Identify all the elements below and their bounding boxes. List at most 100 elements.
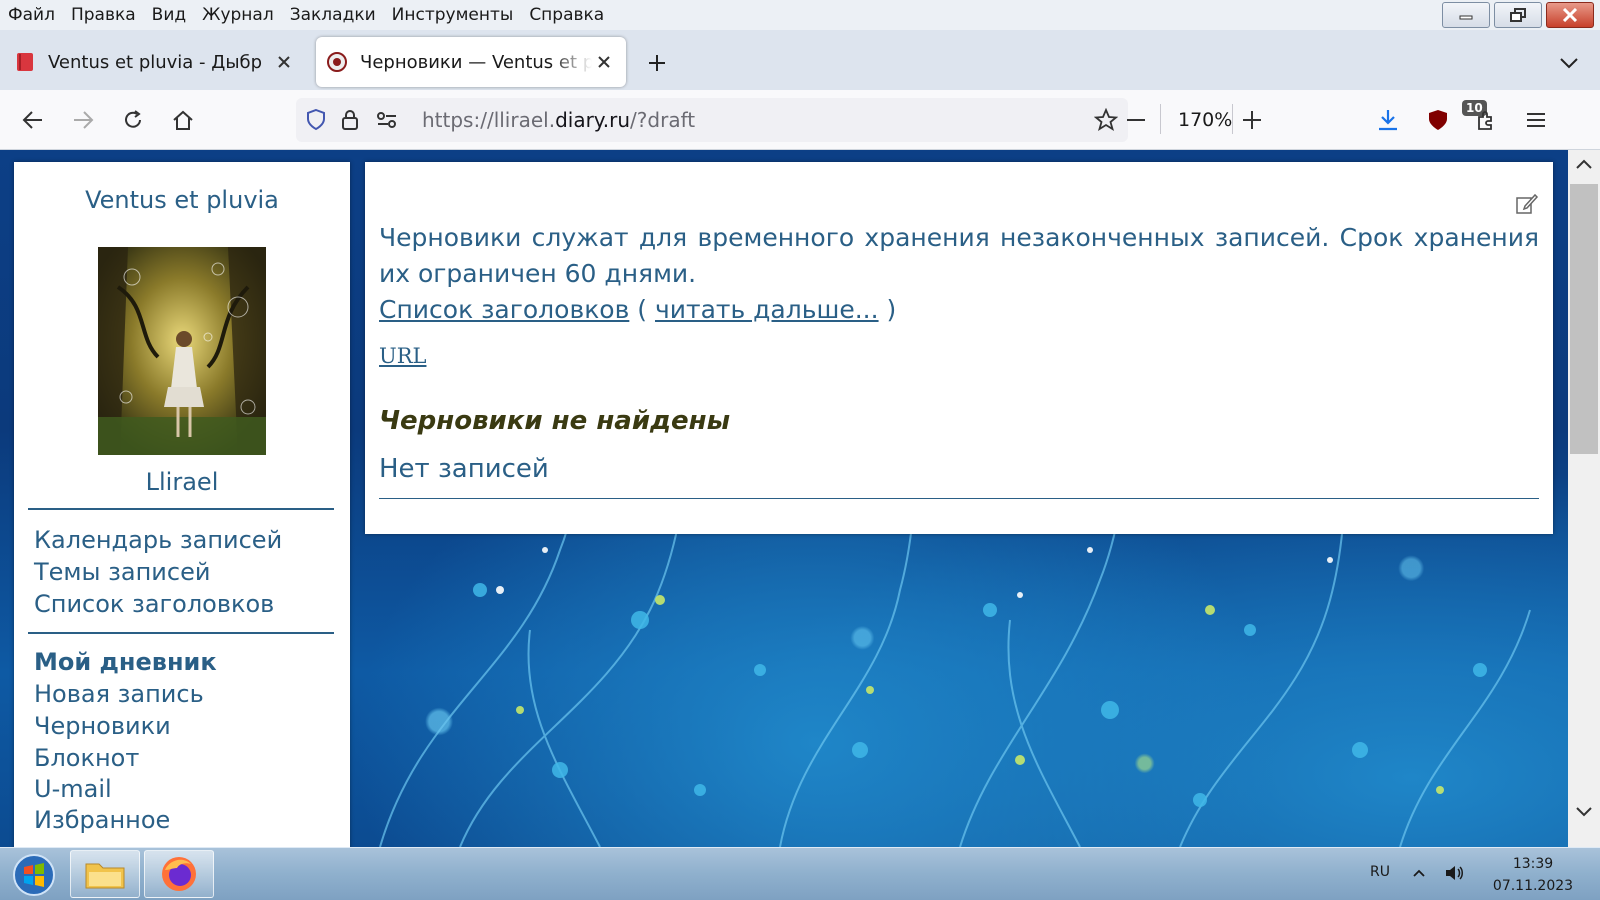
tab-close-button[interactable]	[272, 50, 296, 74]
edit-icon[interactable]	[1515, 192, 1539, 216]
app-menu-button[interactable]	[1518, 102, 1554, 138]
url-suffix: /?draft	[630, 108, 696, 132]
url-link[interactable]: URL	[379, 344, 426, 368]
menu-file[interactable]: Файл	[0, 0, 63, 30]
clock-date: 07.11.2023	[1492, 878, 1574, 894]
home-button[interactable]	[165, 102, 201, 138]
drafts-links-line: Список заголовков ( читать дальше... )	[379, 292, 896, 328]
download-icon	[1379, 110, 1397, 131]
close-icon	[1562, 8, 1578, 22]
system-clock[interactable]: 13:39 07.11.2023	[1478, 853, 1588, 897]
sidebar-item-topics[interactable]: Темы записей	[34, 556, 210, 588]
bookmark-star-icon[interactable]	[1094, 108, 1118, 132]
sidebar-item-umail[interactable]: U-mail	[34, 773, 112, 805]
ublock-extension-button[interactable]	[1420, 102, 1456, 138]
sidebar-item-calendar[interactable]: Календарь записей	[34, 524, 282, 556]
user-avatar[interactable]	[98, 247, 266, 455]
url-domain: diary.ru	[555, 108, 631, 132]
zoom-out-button[interactable]	[1118, 102, 1154, 138]
chevron-down-icon	[1576, 807, 1592, 817]
sidebar-item-new-entry[interactable]: Новая запись	[34, 678, 204, 710]
back-button[interactable]	[15, 102, 51, 138]
tab-strip: Ventus et pluvia - Дыбр Черновики — Vent…	[0, 30, 1600, 90]
scroll-thumb[interactable]	[1570, 184, 1598, 454]
tab-diary-main[interactable]: Ventus et pluvia - Дыбр	[4, 37, 306, 87]
close-icon	[278, 56, 290, 68]
headlines-list-link[interactable]: Список заголовков	[379, 295, 629, 324]
avatar-image	[98, 247, 266, 455]
list-all-tabs-button[interactable]	[1554, 48, 1584, 78]
speaker-icon	[1446, 866, 1463, 880]
extensions-button[interactable]	[1468, 102, 1504, 138]
menu-tools[interactable]: Инструменты	[384, 0, 522, 30]
reload-icon	[125, 110, 141, 128]
blog-title-link[interactable]: Ventus et pluvia	[14, 186, 350, 214]
page-scrollbar[interactable]	[1568, 150, 1600, 847]
navigation-bar: https://llirael.diary.ru/?draft 170% 10	[0, 90, 1600, 150]
sidebar-item-notepad[interactable]: Блокнот	[34, 742, 139, 774]
address-bar[interactable]: https://llirael.diary.ru/?draft	[296, 98, 1128, 142]
puzzle-icon	[1478, 111, 1492, 130]
page-viewport: Ventus et pluvia Llirael Календарь запис…	[0, 150, 1568, 847]
chevron-up-icon	[1576, 159, 1592, 169]
drafts-panel: Черновики служат для временного хранения…	[365, 162, 1553, 534]
site-favicon-icon	[327, 52, 347, 72]
volume-button[interactable]	[1444, 862, 1466, 884]
content-divider	[379, 498, 1539, 499]
url-text: https://llirael.diary.ru/?draft	[422, 98, 695, 142]
minimize-button[interactable]	[1442, 2, 1490, 28]
tab-close-button[interactable]	[592, 50, 616, 74]
clock-time: 13:39	[1512, 856, 1554, 872]
sidebar-item-headlines[interactable]: Список заголовков	[34, 588, 274, 620]
hamburger-menu-icon	[1527, 113, 1545, 127]
close-window-button[interactable]	[1546, 2, 1594, 28]
zoom-separator	[1160, 104, 1161, 134]
tab-title: Черновики — Ventus et pluvia	[360, 51, 592, 73]
menu-help[interactable]: Справка	[521, 0, 612, 30]
zoom-reset-button[interactable]: 170%	[1178, 90, 1232, 150]
plus-icon	[649, 55, 665, 71]
drafts-description: Черновики служат для временного хранения…	[379, 223, 1539, 288]
taskbar-firefox-button[interactable]	[144, 850, 214, 898]
chevron-down-icon	[1560, 58, 1578, 69]
menu-bar: Файл Правка Вид Журнал Закладки Инструме…	[0, 0, 1600, 30]
read-more-link[interactable]: читать дальше...	[655, 295, 879, 324]
start-button[interactable]	[6, 852, 62, 898]
restore-icon	[1510, 8, 1526, 22]
ublock-shield-icon	[1429, 110, 1447, 130]
home-icon	[173, 110, 193, 130]
forward-button[interactable]	[65, 102, 101, 138]
reload-button[interactable]	[115, 102, 151, 138]
menu-bookmarks[interactable]: Закладки	[282, 0, 384, 30]
no-drafts-heading: Черновики не найдены	[379, 406, 731, 436]
menu-history[interactable]: Журнал	[194, 0, 282, 30]
restore-button[interactable]	[1494, 2, 1542, 28]
sidebar-item-favorites[interactable]: Избранное	[34, 804, 170, 836]
url-prefix: https://llirael.	[422, 108, 556, 132]
downloads-button[interactable]	[1370, 102, 1406, 138]
minimize-icon	[1459, 15, 1473, 20]
menu-view[interactable]: Вид	[144, 0, 194, 30]
show-hidden-icons-button[interactable]	[1408, 862, 1430, 884]
zoom-in-button[interactable]	[1234, 102, 1270, 138]
lock-icon	[342, 110, 358, 130]
language-indicator[interactable]: RU	[1370, 864, 1390, 880]
sidebar-divider	[28, 508, 334, 510]
window-controls	[1442, 2, 1594, 28]
sidebar: Ventus et pluvia Llirael Календарь запис…	[14, 162, 350, 847]
shield-icon	[307, 109, 325, 131]
username-link[interactable]: Llirael	[14, 468, 350, 496]
tab-title: Ventus et pluvia - Дыбр	[48, 51, 263, 73]
folder-icon	[85, 863, 125, 889]
zoom-separator	[1232, 104, 1233, 134]
sidebar-divider	[28, 632, 334, 634]
tab-drafts[interactable]: Черновики — Ventus et pluvia	[316, 37, 626, 87]
new-tab-button[interactable]	[642, 48, 672, 78]
menu-edit[interactable]: Правка	[63, 0, 144, 30]
sidebar-item-my-diary[interactable]: Мой дневник	[34, 646, 217, 678]
permissions-icon	[377, 112, 396, 128]
taskbar-explorer-button[interactable]	[70, 850, 140, 898]
scroll-up-button[interactable]	[1574, 154, 1594, 174]
scroll-down-button[interactable]	[1574, 802, 1594, 822]
sidebar-item-drafts[interactable]: Черновики	[34, 710, 171, 742]
